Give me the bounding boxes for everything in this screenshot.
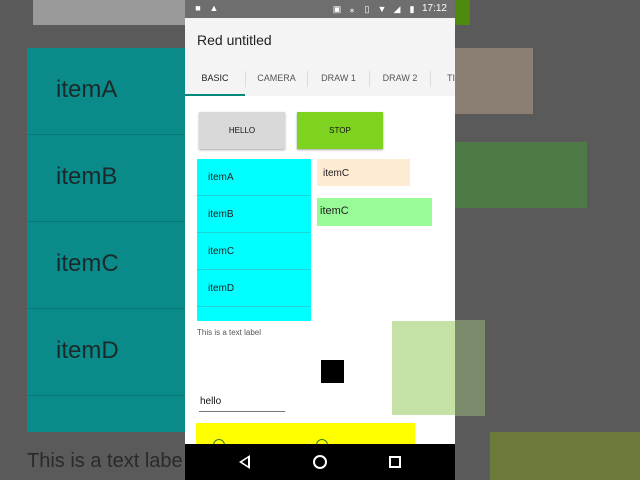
home-icon[interactable] <box>313 455 327 469</box>
list-item-label: itemD <box>208 283 235 294</box>
bg-list-item: itemA <box>27 48 202 135</box>
green-chip: itemC <box>317 198 432 226</box>
beige-chip-label: itemC <box>323 168 350 179</box>
bg-yellow-block <box>490 432 640 480</box>
battery-icon: ▮ <box>409 3 415 14</box>
tab-draw-2[interactable]: DRAW 2 <box>370 62 430 96</box>
bluetooth-icon: ⁎ <box>349 3 355 14</box>
text-input-value: hello <box>200 396 222 407</box>
app-bar: Red untitled <box>185 18 455 62</box>
app-title: Red untitled <box>197 32 272 48</box>
item-list[interactable]: itemA itemB itemC itemD <box>197 159 311 321</box>
stop-button[interactable]: STOP <box>297 112 383 149</box>
list-item-label: itemC <box>208 246 235 257</box>
list-item-label: itemB <box>208 209 234 220</box>
bg-list-item: itemD <box>27 309 202 396</box>
green-block <box>392 321 455 415</box>
bg-list-item-label: itemA <box>56 76 118 103</box>
status-time: 17:12 <box>421 3 447 14</box>
list-item[interactable]: itemB <box>197 196 311 233</box>
android-icon: ▲ <box>209 3 219 13</box>
nav-bar <box>185 444 455 480</box>
phone-screen: ■ ▲ ▣ ⁎ ▯ ▼ ◢ ▮ 17:12 Red untitled BASIC… <box>185 0 455 480</box>
hello-button[interactable]: HELLO <box>199 112 285 149</box>
list-item-label: itemA <box>208 172 234 183</box>
bg-list-item-label: itemD <box>56 337 119 364</box>
bg-beige-block <box>453 48 533 114</box>
cast-icon: ▣ <box>332 3 342 14</box>
green-chip-label: itemC <box>320 205 349 217</box>
bg-list-item-label: itemB <box>56 163 118 190</box>
text-input[interactable]: hello <box>199 393 285 412</box>
list-item[interactable]: itemD <box>197 270 311 307</box>
beige-chip: itemC <box>317 159 410 186</box>
bg-green-block <box>453 142 587 208</box>
list-item[interactable]: itemA <box>197 159 311 196</box>
bg-list-item-label: itemC <box>56 250 119 277</box>
tab-draw-1[interactable]: DRAW 1 <box>308 62 369 96</box>
signal-icon: ◢ <box>393 3 401 14</box>
content-area: HELLO STOP itemA itemB itemC itemD itemC… <box>185 96 455 453</box>
tab-bar: BASIC CAMERA DRAW 1 DRAW 2 TI <box>185 62 455 97</box>
bg-list: itemA itemB itemC itemD <box>27 48 202 432</box>
video-icon: ■ <box>195 3 201 13</box>
bg-text-label: This is a text labe <box>27 450 183 472</box>
bg-list-item: itemB <box>27 135 202 222</box>
recents-icon[interactable] <box>389 456 401 468</box>
bg-green-block-small <box>455 320 485 416</box>
tab-camera[interactable]: CAMERA <box>246 62 307 96</box>
tab-ti[interactable]: TI <box>431 62 455 96</box>
tab-basic[interactable]: BASIC <box>185 62 245 96</box>
status-bar: ■ ▲ ▣ ⁎ ▯ ▼ ◢ ▮ 17:12 <box>185 0 455 18</box>
bg-list-item: itemC <box>27 222 202 309</box>
text-label: This is a text label <box>197 328 262 337</box>
wifi-icon: ▼ <box>377 3 387 14</box>
vibrate-icon: ▯ <box>364 3 370 14</box>
list-item[interactable]: itemC <box>197 233 311 270</box>
back-icon-inner <box>242 458 248 466</box>
black-square <box>321 360 344 383</box>
